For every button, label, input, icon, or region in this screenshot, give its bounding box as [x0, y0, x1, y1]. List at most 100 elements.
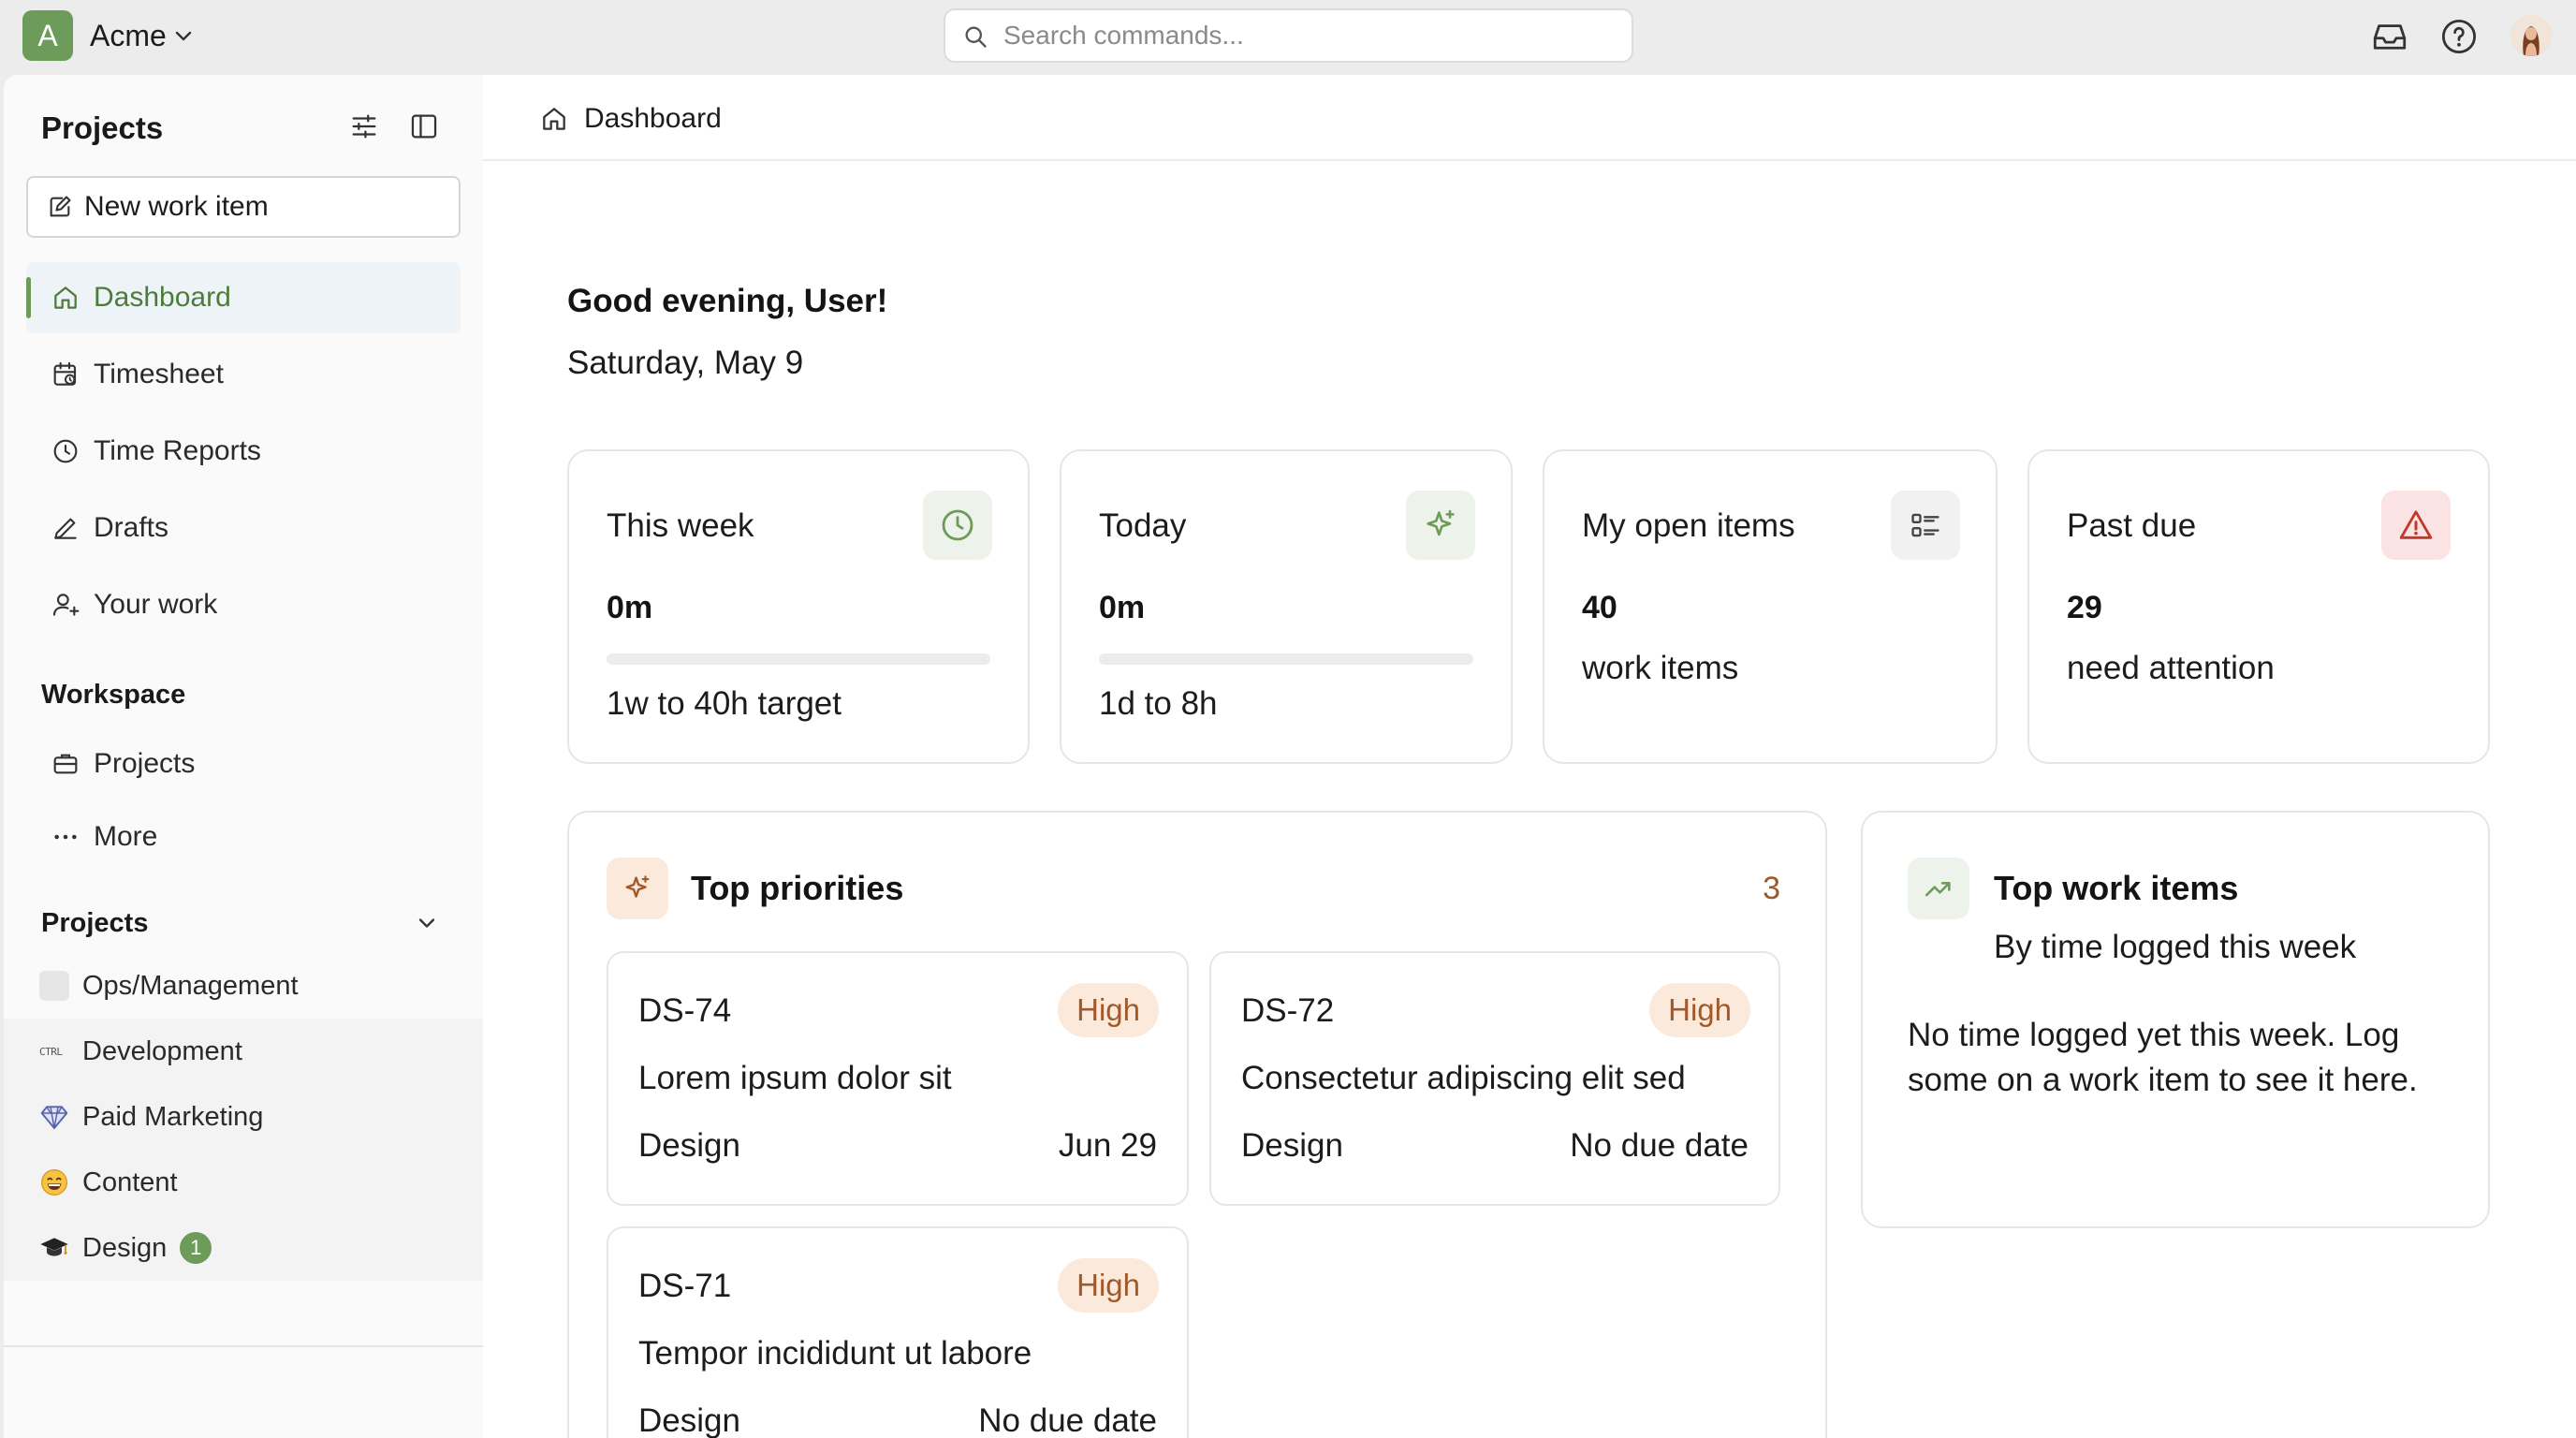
nav-label: Projects: [94, 748, 196, 779]
nav-label: Drafts: [94, 512, 169, 543]
chevron-down-icon[interactable]: [172, 24, 195, 47]
command-search[interactable]: [944, 8, 1633, 63]
project-item-ops-management[interactable]: Ops/Management: [4, 953, 483, 1019]
notification-badge: 1: [180, 1232, 212, 1264]
priority-badge: High: [1058, 983, 1159, 1037]
stat-value: 29: [2067, 590, 2102, 625]
blank-square-icon: [39, 971, 69, 1001]
clock-icon: [51, 436, 80, 466]
stat-value: 0m: [607, 590, 653, 625]
stat-label: This week: [607, 507, 754, 544]
progress-bar: [607, 653, 990, 665]
nav-item-your-work[interactable]: Your work: [26, 569, 461, 640]
workspace-name[interactable]: Acme: [90, 19, 167, 53]
projects-section-title[interactable]: Projects: [41, 908, 148, 939]
nav-item-more[interactable]: More: [26, 801, 461, 873]
workspace-avatar[interactable]: A: [22, 10, 73, 61]
panel-title: Top priorities: [691, 869, 904, 907]
priority-card-ds-71[interactable]: DS-71 High Tempor incididunt ut labore D…: [607, 1226, 1189, 1438]
current-date: Saturday, May 9: [567, 345, 804, 381]
priority-card-ds-74[interactable]: DS-74 High Lorem ipsum dolor sit Design …: [607, 951, 1189, 1206]
nav-label: Timesheet: [94, 359, 224, 389]
project-item-paid-marketing[interactable]: Paid Marketing: [4, 1084, 483, 1150]
new-work-item-button[interactable]: New work item: [26, 176, 461, 238]
chevron-down-icon[interactable]: [414, 910, 440, 936]
priority-count: 3: [1763, 871, 1780, 906]
stat-subtext: work items: [1582, 650, 1739, 686]
top-priorities-panel: Top priorities 3 DS-74 High Lorem ipsum …: [567, 811, 1827, 1438]
nav-label: Your work: [94, 589, 218, 620]
work-item-due: No due date: [1570, 1127, 1749, 1164]
project-item-content[interactable]: Content: [4, 1150, 483, 1215]
filter-settings-icon[interactable]: [348, 110, 380, 142]
grinning-face-icon: [39, 1167, 69, 1197]
home-icon: [51, 283, 80, 313]
project-label: Content: [82, 1167, 178, 1197]
work-item-category: Design: [638, 1402, 740, 1438]
nav-item-dashboard[interactable]: Dashboard: [26, 262, 461, 333]
nav-label: More: [94, 821, 158, 852]
work-item-id: DS-71: [638, 1268, 732, 1304]
stat-label: Past due: [2067, 507, 2197, 544]
stat-label: Today: [1099, 507, 1187, 544]
work-item-title: Consectetur adipiscing elit sed: [1241, 1060, 1686, 1096]
alert-triangle-icon: [2381, 491, 2451, 560]
new-item-icon: [47, 194, 73, 220]
sparkle-icon: [607, 858, 668, 919]
user-avatar[interactable]: [2510, 15, 2552, 56]
graduation-cap-icon: [39, 1233, 69, 1263]
stat-card-open-items[interactable]: My open items 40 work items: [1543, 449, 1998, 764]
panel-subtitle: By time logged this week: [1994, 929, 2357, 965]
workspace-section-title: Workspace: [41, 680, 186, 710]
sidebar-title: Projects: [41, 110, 164, 145]
work-item-id: DS-74: [638, 992, 732, 1029]
greeting: Good evening, User!: [567, 283, 888, 319]
home-icon: [539, 104, 569, 134]
trending-up-icon: [1908, 858, 1969, 919]
stat-card-today[interactable]: Today 0m 1d to 8h: [1060, 449, 1513, 764]
nav-item-time-reports[interactable]: Time Reports: [26, 416, 461, 487]
checklist-icon: [1891, 491, 1960, 560]
nav-label: Time Reports: [94, 435, 261, 466]
project-label: Development: [82, 1035, 242, 1066]
panel-title: Top work items: [1994, 869, 2239, 907]
user-check-icon: [51, 590, 80, 620]
stat-value: 40: [1582, 590, 1617, 625]
work-item-category: Design: [1241, 1127, 1343, 1164]
stat-value: 0m: [1099, 590, 1146, 625]
nav-item-timesheet[interactable]: Timesheet: [26, 339, 461, 410]
progress-bar: [1099, 653, 1473, 665]
nav-item-drafts[interactable]: Drafts: [26, 492, 461, 564]
search-icon: [962, 23, 988, 50]
project-label: Paid Marketing: [82, 1101, 264, 1132]
stat-card-past-due[interactable]: Past due 29 need attention: [2027, 449, 2490, 764]
project-item-development[interactable]: CTRL Development: [4, 1019, 483, 1084]
sidebar-toggle-icon[interactable]: [408, 110, 440, 142]
sparkle-icon: [1406, 491, 1475, 560]
stat-label: My open items: [1582, 507, 1795, 544]
work-item-title: Tempor incididunt ut labore: [638, 1335, 1032, 1372]
search-input[interactable]: [1003, 18, 1603, 53]
inbox-icon[interactable]: [2370, 17, 2409, 56]
help-icon[interactable]: [2439, 17, 2479, 56]
project-item-design[interactable]: Design 1: [4, 1215, 483, 1281]
work-item-title: Lorem ipsum dolor sit: [638, 1060, 952, 1096]
breadcrumb-label[interactable]: Dashboard: [584, 103, 722, 135]
priority-card-ds-72[interactable]: DS-72 High Consectetur adipiscing elit s…: [1209, 951, 1780, 1206]
work-item-id: DS-72: [1241, 992, 1335, 1029]
briefcase-icon: [51, 749, 80, 779]
ctrl-text-icon: CTRL: [39, 1045, 63, 1058]
stat-subtext: need attention: [2067, 650, 2275, 686]
empty-state-message: No time logged yet this week. Log some o…: [1908, 1017, 2418, 1098]
nav-label: Dashboard: [94, 282, 231, 313]
priority-badge: High: [1058, 1258, 1159, 1313]
more-icon: [51, 822, 80, 852]
breadcrumb: Dashboard: [539, 103, 722, 135]
top-work-items-panel: Top work items By time logged this week …: [1861, 811, 2490, 1228]
top-bar: A Acme: [0, 0, 2576, 75]
nav-item-projects[interactable]: Projects: [26, 728, 461, 800]
project-label: Design: [82, 1232, 168, 1263]
stat-card-this-week[interactable]: This week 0m 1w to 40h target: [567, 449, 1030, 764]
sidebar: Projects New work item Dashboard Timeshe…: [4, 75, 483, 1438]
priority-badge: High: [1649, 983, 1750, 1037]
